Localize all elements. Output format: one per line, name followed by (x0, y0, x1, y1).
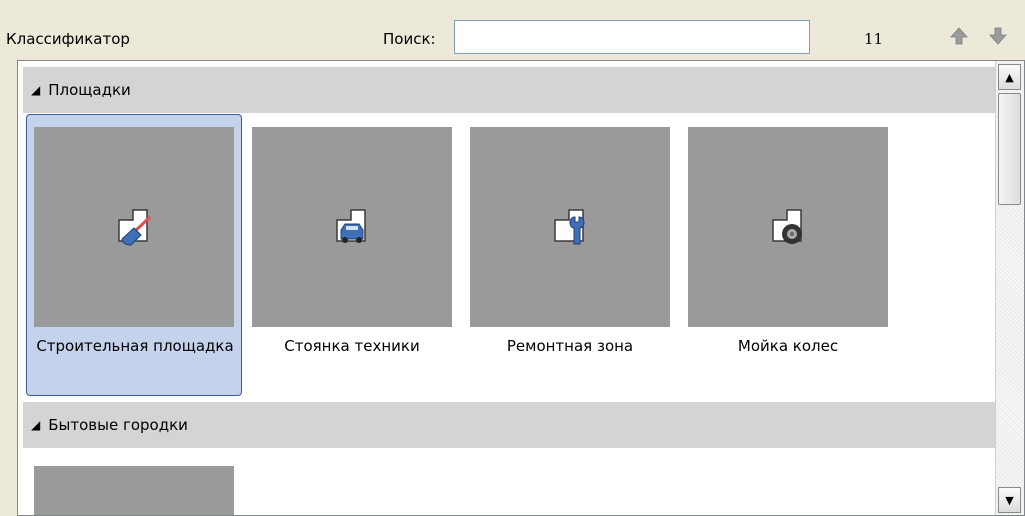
tile-label: Стоянка техники (284, 337, 420, 355)
group-header-site-camps[interactable]: ◢ Бытовые городки (23, 402, 995, 448)
tile-image (470, 127, 670, 327)
collapse-triangle-icon: ◢ (31, 418, 41, 432)
scroll-down-button[interactable]: ▼ (998, 487, 1021, 513)
tile-wheel-wash[interactable]: Мойка колес (680, 114, 896, 396)
search-input[interactable] (454, 20, 810, 54)
scroll-up-arrow-icon: ▲ (1005, 70, 1014, 84)
construction-site-icon (118, 209, 152, 246)
search-label: Поиск: (383, 30, 436, 48)
classifier-title: Классификатор (6, 30, 130, 48)
tile-label: Ремонтная зона (506, 337, 634, 355)
tile-label: Мойка колес (737, 337, 839, 355)
scrollbar-thumb[interactable] (998, 93, 1021, 205)
tile-vehicle-parking[interactable]: Стоянка техники (244, 114, 460, 396)
arrow-up-icon (950, 27, 968, 45)
result-count: 11 (864, 30, 884, 48)
repair-zone-icon (554, 209, 585, 245)
group-header-sites[interactable]: ◢ Площадки (23, 67, 995, 113)
vehicle-parking-icon (336, 209, 366, 243)
tile-construction-site[interactable]: Строительная площадка (26, 114, 242, 396)
tile-label: Строительная площадка (36, 337, 234, 355)
tile-image (252, 127, 452, 327)
tile-repair-zone[interactable]: Ремонтная зона (462, 114, 678, 396)
group-label: Площадки (48, 81, 131, 99)
group-label: Бытовые городки (48, 416, 188, 434)
next-result-button[interactable] (987, 22, 1009, 50)
tile-image (688, 127, 888, 327)
scroll-up-button[interactable]: ▲ (998, 64, 1021, 90)
classifier-panel: ◢ Площадки Строительная площадка Стоянка… (17, 60, 1025, 516)
wheel-wash-icon (772, 209, 802, 244)
tile-partial[interactable] (34, 466, 234, 515)
arrow-down-icon (989, 27, 1007, 45)
vertical-scrollbar[interactable]: ▲ ▼ (995, 61, 1024, 515)
collapse-triangle-icon: ◢ (31, 83, 41, 97)
classifier-content: ◢ Площадки Строительная площадка Стоянка… (18, 61, 996, 515)
previous-result-button[interactable] (948, 22, 970, 50)
classifier-toolbar: Классификатор Поиск: 11 (0, 0, 1025, 60)
tile-image (34, 127, 234, 327)
scroll-down-arrow-icon: ▼ (1005, 493, 1014, 507)
